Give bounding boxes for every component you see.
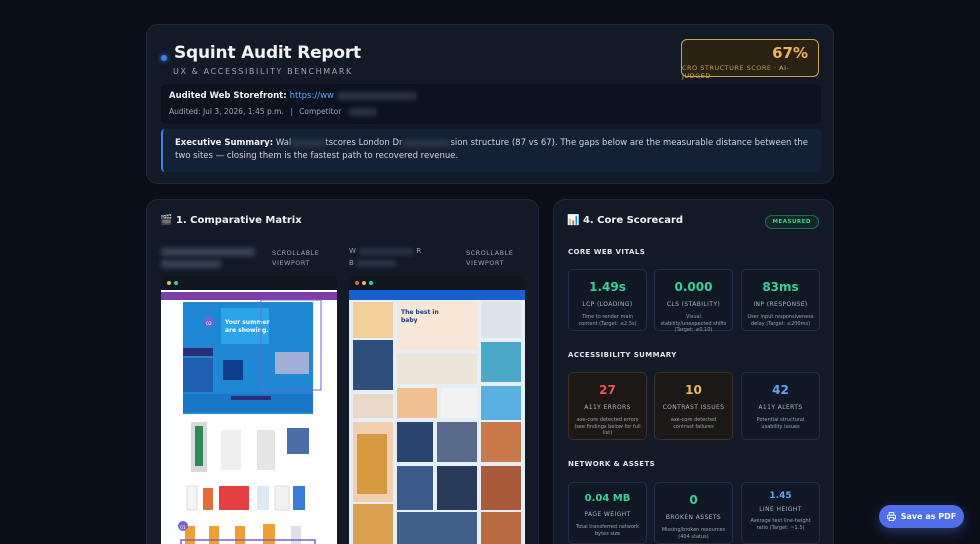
audit-date: Audited: Jul 3, 2026, 1:45 p.m.	[169, 107, 284, 116]
metric-page-weight: 0.04 MB PAGE WEIGHT Total transferred ne…	[568, 482, 647, 544]
page-subtitle: UX & ACCESSIBILITY BENCHMARK	[173, 67, 353, 76]
svg-text:01: 01	[180, 525, 186, 531]
executive-summary: Executive Summary: Wal tscores London Dr s…	[161, 129, 821, 172]
competitor-name-label: WR	[349, 247, 422, 255]
measured-badge: MEASURED	[764, 215, 819, 229]
storefront-label: Audited Web Storefront:	[169, 91, 287, 101]
redacted-url	[336, 91, 417, 100]
title-row: Squint Audit Report	[161, 43, 361, 63]
executive-summary-text: Executive Summary: Wal tscores London Dr s…	[175, 138, 809, 161]
metric-broken-assets: 0 BROKEN ASSETS Missing/broken resources…	[654, 482, 733, 544]
audited-site-screenshot: Your summer are showing. 02 01	[161, 290, 337, 544]
audit-meta: Audited Web Storefront: https://ww Audite…	[161, 84, 821, 124]
scrollable-viewport-label: SCROLLABLE VIEWPORT	[466, 249, 514, 267]
audited-site-viewport[interactable]: Your summer are showing. 02 01	[161, 276, 337, 544]
clapper-icon: 🎬	[160, 215, 173, 226]
audit-date-row: Audited: Jul 3, 2026, 1:45 p.m. | Compet…	[169, 107, 377, 116]
svg-text:are showing.: are showing.	[225, 327, 269, 334]
comparative-matrix-panel: 🎬 1. Comparative Matrix SCROLLABLE VIEWP…	[146, 199, 539, 544]
scorecard-title: 📊 4. Core Scorecard	[567, 215, 684, 226]
cro-score-label: CRO STRUCTURE SCORE · AI-JUDGED	[682, 64, 790, 80]
printer-icon	[886, 512, 896, 521]
group-core-web-vitals: CORE WEB VITALS	[568, 248, 646, 256]
svg-text:Your summer: Your summer	[224, 319, 270, 326]
redacted-competitor	[348, 108, 377, 116]
redacted-site-name	[161, 248, 255, 256]
competitor-site-viewport[interactable]: The best in baby	[349, 276, 525, 544]
cro-score-badge: 67% CRO STRUCTURE SCORE · AI-JUDGED	[681, 39, 819, 80]
header-card: Squint Audit Report UX & ACCESSIBILITY B…	[146, 24, 834, 184]
storefront-row: Audited Web Storefront: https://ww	[169, 91, 417, 101]
svg-text:baby: baby	[401, 317, 418, 324]
metric-inp: 83ms INP (RESPONSE) User input responsiv…	[741, 269, 820, 331]
svg-text:02: 02	[206, 321, 212, 327]
matrix-title: 🎬 1. Comparative Matrix	[160, 215, 302, 226]
metric-contrast-issues: 10 CONTRAST ISSUES axe-core detected con…	[654, 372, 733, 440]
competitor-site-screenshot: The best in baby	[349, 290, 525, 544]
svg-text:The best in: The best in	[401, 309, 439, 316]
competitor-label: Competitor	[299, 107, 342, 116]
scrollable-viewport-label: SCROLLABLE VIEWPORT	[272, 249, 320, 267]
group-accessibility-summary: ACCESSIBILITY SUMMARY	[568, 351, 677, 359]
status-dot-icon	[161, 55, 167, 61]
metric-cls: 0.000 CLS (STABILITY) Visual stability/u…	[654, 269, 733, 333]
group-network-assets: NETWORK & ASSETS	[568, 460, 656, 468]
core-scorecard-panel: 📊 4. Core Scorecard MEASURED CORE WEB VI…	[553, 199, 834, 544]
separator: |	[290, 107, 293, 116]
chart-icon: 📊	[567, 215, 580, 226]
metric-lcp: 1.49s LCP (LOADING) Time to render main …	[568, 269, 647, 331]
metric-a11y-errors: 27 A11Y ERRORS axe-core detected errors …	[568, 372, 647, 440]
metric-line-height: 1.45 LINE HEIGHT Average text line-heigh…	[741, 482, 820, 544]
storefront-link[interactable]: https://ww	[290, 91, 334, 101]
metric-a11y-alerts: 42 A11Y ALERTS Potential structural usab…	[741, 372, 820, 440]
save-as-pdf-button[interactable]: Save as PDF	[879, 505, 964, 528]
page-title: Squint Audit Report	[174, 43, 361, 63]
cro-score-value: 67%	[772, 44, 808, 62]
save-as-pdf-label: Save as PDF	[900, 512, 957, 521]
